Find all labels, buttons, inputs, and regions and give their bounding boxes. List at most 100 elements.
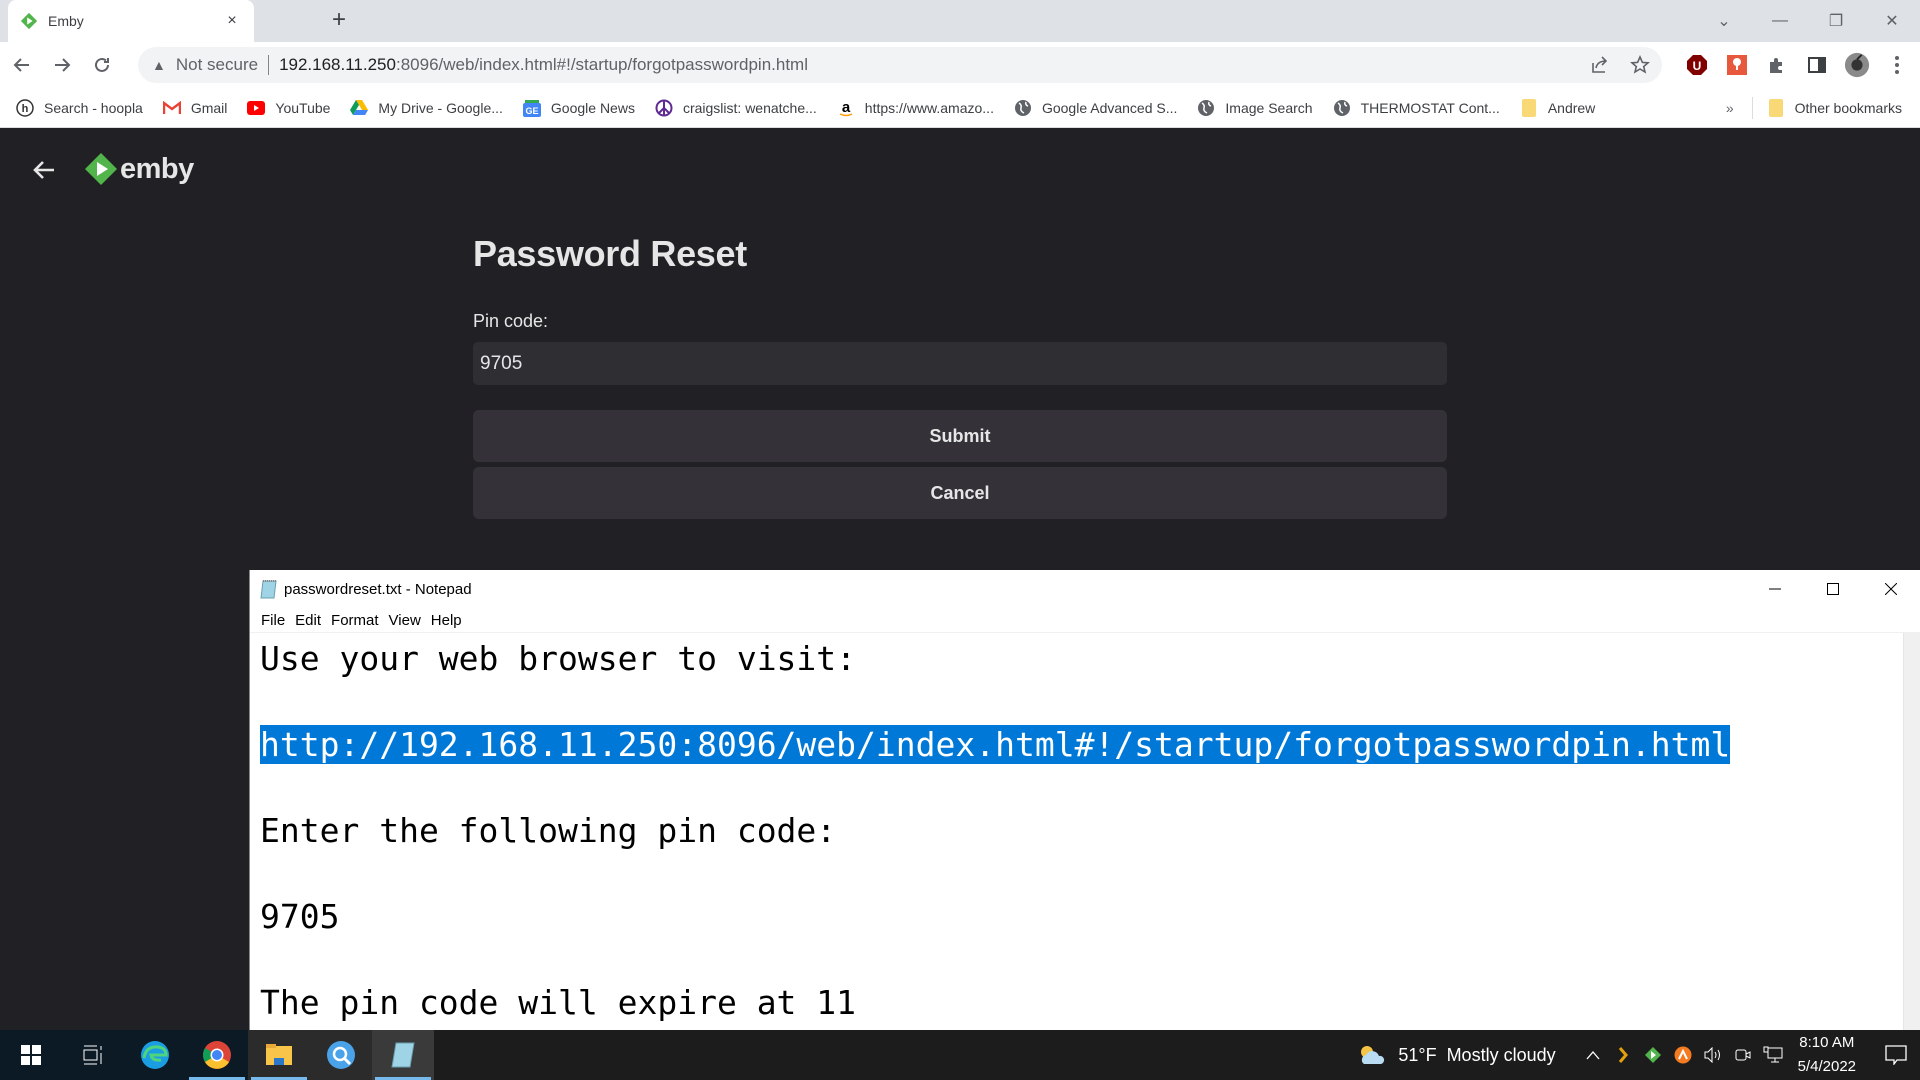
bookmark-google-news[interactable]: GE Google News xyxy=(522,99,635,117)
bookmark-youtube[interactable]: YouTube xyxy=(247,99,330,117)
notepad-minimize-button[interactable] xyxy=(1746,570,1804,608)
new-tab-button[interactable]: + xyxy=(326,8,352,34)
emby-logo[interactable]: emby xyxy=(84,152,194,186)
show-hidden-icons-chevron[interactable] xyxy=(1578,1030,1608,1080)
bookmark-gmail[interactable]: Gmail xyxy=(162,99,227,117)
text-line: The pin code will expire at 11 xyxy=(260,983,857,1022)
share-icon[interactable] xyxy=(1590,55,1610,75)
text-line: Enter the following pin code: xyxy=(260,811,837,850)
arrow-right-icon xyxy=(55,58,71,72)
amazon-icon: a xyxy=(837,99,855,117)
profile-avatar[interactable] xyxy=(1844,52,1870,78)
tray-emby-icon[interactable] xyxy=(1638,1030,1668,1080)
warning-icon[interactable]: ▲ xyxy=(152,57,166,73)
windows-start-icon xyxy=(21,1045,41,1065)
emby-back-button[interactable] xyxy=(30,156,60,186)
notepad-close-button[interactable] xyxy=(1862,570,1920,608)
chrome-icon xyxy=(203,1041,231,1069)
tray-plex-icon[interactable] xyxy=(1608,1030,1638,1080)
task-view-button[interactable] xyxy=(62,1030,124,1080)
cloudy-weather-icon xyxy=(1361,1046,1385,1064)
menu-file[interactable]: File xyxy=(256,612,290,629)
bookmark-label: Image Search xyxy=(1225,99,1313,116)
browser-tab-emby[interactable]: Emby × xyxy=(8,0,254,42)
taskbar-chrome[interactable] xyxy=(186,1030,248,1080)
close-window-button[interactable]: ✕ xyxy=(1864,0,1920,42)
nuke-extension-icon[interactable] xyxy=(1724,52,1750,78)
selected-url-text[interactable]: http://192.168.11.250:8096/web/index.htm… xyxy=(260,725,1731,764)
network-icon[interactable] xyxy=(1758,1030,1788,1080)
extensions-puzzle-icon[interactable] xyxy=(1764,52,1790,78)
bookmark-image-search[interactable]: Image Search xyxy=(1197,99,1313,117)
volume-icon[interactable] xyxy=(1698,1030,1728,1080)
clock-time: 8:10 AM xyxy=(1799,1034,1855,1051)
meet-now-icon[interactable] xyxy=(1728,1030,1758,1080)
notepad-vertical-scrollbar[interactable] xyxy=(1903,633,1920,1030)
bookmark-google-advanced-search[interactable]: Google Advanced S... xyxy=(1014,99,1177,117)
bookmark-hoopla[interactable]: h Search - hoopla xyxy=(16,98,143,117)
bookmark-label: Search - hoopla xyxy=(44,99,143,116)
menu-edit[interactable]: Edit xyxy=(290,612,326,629)
windows-taskbar: 51°F Mostly cloudy 8:10 AM 5/4/2022 xyxy=(0,1030,1920,1080)
notification-icon xyxy=(1885,1045,1907,1065)
globe-icon xyxy=(1014,99,1032,117)
emby-logo-icon xyxy=(85,153,117,185)
menu-kebab-icon[interactable] xyxy=(1884,52,1910,78)
notepad-text-area[interactable]: Use your web browser to visit: http://19… xyxy=(250,633,1903,1030)
chevron-up-icon xyxy=(1586,1051,1600,1060)
clock-date: 5/4/2022 xyxy=(1797,1058,1856,1075)
bookmark-thermostat[interactable]: THERMOSTAT Cont... xyxy=(1333,99,1500,117)
bookmark-star-icon[interactable] xyxy=(1630,55,1650,75)
menu-view[interactable]: View xyxy=(384,612,426,629)
security-label[interactable]: Not secure xyxy=(176,55,258,75)
notepad-menu-bar: File Edit Format View Help xyxy=(250,608,1920,633)
weather-widget[interactable]: 51°F Mostly cloudy xyxy=(1358,1044,1556,1066)
notepad-title-bar[interactable]: passwordreset.txt - Notepad xyxy=(250,570,1920,608)
emby-logo-text: emby xyxy=(120,152,194,185)
bookmarks-divider xyxy=(1751,97,1753,119)
other-bookmarks[interactable]: Other bookmarks xyxy=(1767,99,1902,117)
restore-button[interactable]: ❐ xyxy=(1808,0,1864,42)
submit-button[interactable]: Submit xyxy=(473,410,1447,462)
bookmarks-overflow-chevron[interactable]: » xyxy=(1726,100,1734,116)
tray-avast-icon[interactable] xyxy=(1668,1030,1698,1080)
bookmark-folder-andrew[interactable]: Andrew xyxy=(1520,98,1595,117)
pin-code-input[interactable] xyxy=(473,342,1447,385)
extensions-area: U xyxy=(1684,47,1910,83)
notepad-maximize-button[interactable] xyxy=(1804,570,1862,608)
bookmark-label: craigslist: wenatche... xyxy=(682,99,817,116)
menu-help[interactable]: Help xyxy=(426,612,467,629)
bookmark-amazon[interactable]: a https://www.amazo... xyxy=(837,99,994,117)
reload-button[interactable] xyxy=(84,47,120,83)
action-center-button[interactable] xyxy=(1872,1030,1920,1080)
forward-button[interactable] xyxy=(44,47,80,83)
bookmark-label: YouTube xyxy=(275,99,331,116)
start-button[interactable] xyxy=(0,1030,62,1080)
minimize-button[interactable]: — xyxy=(1752,0,1808,42)
bookmark-craigslist[interactable]: craigslist: wenatche... xyxy=(655,99,817,117)
folder-icon xyxy=(1767,99,1785,117)
ublock-extension-icon[interactable]: U xyxy=(1684,52,1710,78)
emby-favicon-icon xyxy=(20,12,38,30)
tab-search-icon[interactable]: ⌄ xyxy=(1696,0,1752,42)
address-bar[interactable]: ▲ Not secure 192.168.11.250:8096/web/ind… xyxy=(138,47,1662,83)
taskbar-notepad[interactable] xyxy=(372,1030,434,1080)
bookmark-label: Google News xyxy=(550,99,635,116)
cancel-button[interactable]: Cancel xyxy=(473,467,1447,519)
folder-icon xyxy=(1520,98,1538,117)
taskbar-edge[interactable] xyxy=(124,1030,186,1080)
maximize-icon xyxy=(1827,583,1839,595)
bookmark-my-drive[interactable]: My Drive - Google... xyxy=(350,99,503,117)
menu-format[interactable]: Format xyxy=(326,612,384,629)
taskbar-search-app[interactable] xyxy=(310,1030,372,1080)
globe-icon xyxy=(1197,99,1215,117)
edge-icon xyxy=(141,1041,169,1069)
back-button[interactable] xyxy=(4,47,40,83)
google-news-icon: GE xyxy=(522,99,541,117)
minimize-icon xyxy=(1769,588,1781,590)
tab-close-icon[interactable]: × xyxy=(222,12,242,30)
notepad-window-controls xyxy=(1746,570,1920,608)
taskbar-file-explorer[interactable] xyxy=(248,1030,310,1080)
system-clock[interactable]: 8:10 AM 5/4/2022 xyxy=(1798,1031,1856,1079)
side-panel-icon[interactable] xyxy=(1804,52,1830,78)
